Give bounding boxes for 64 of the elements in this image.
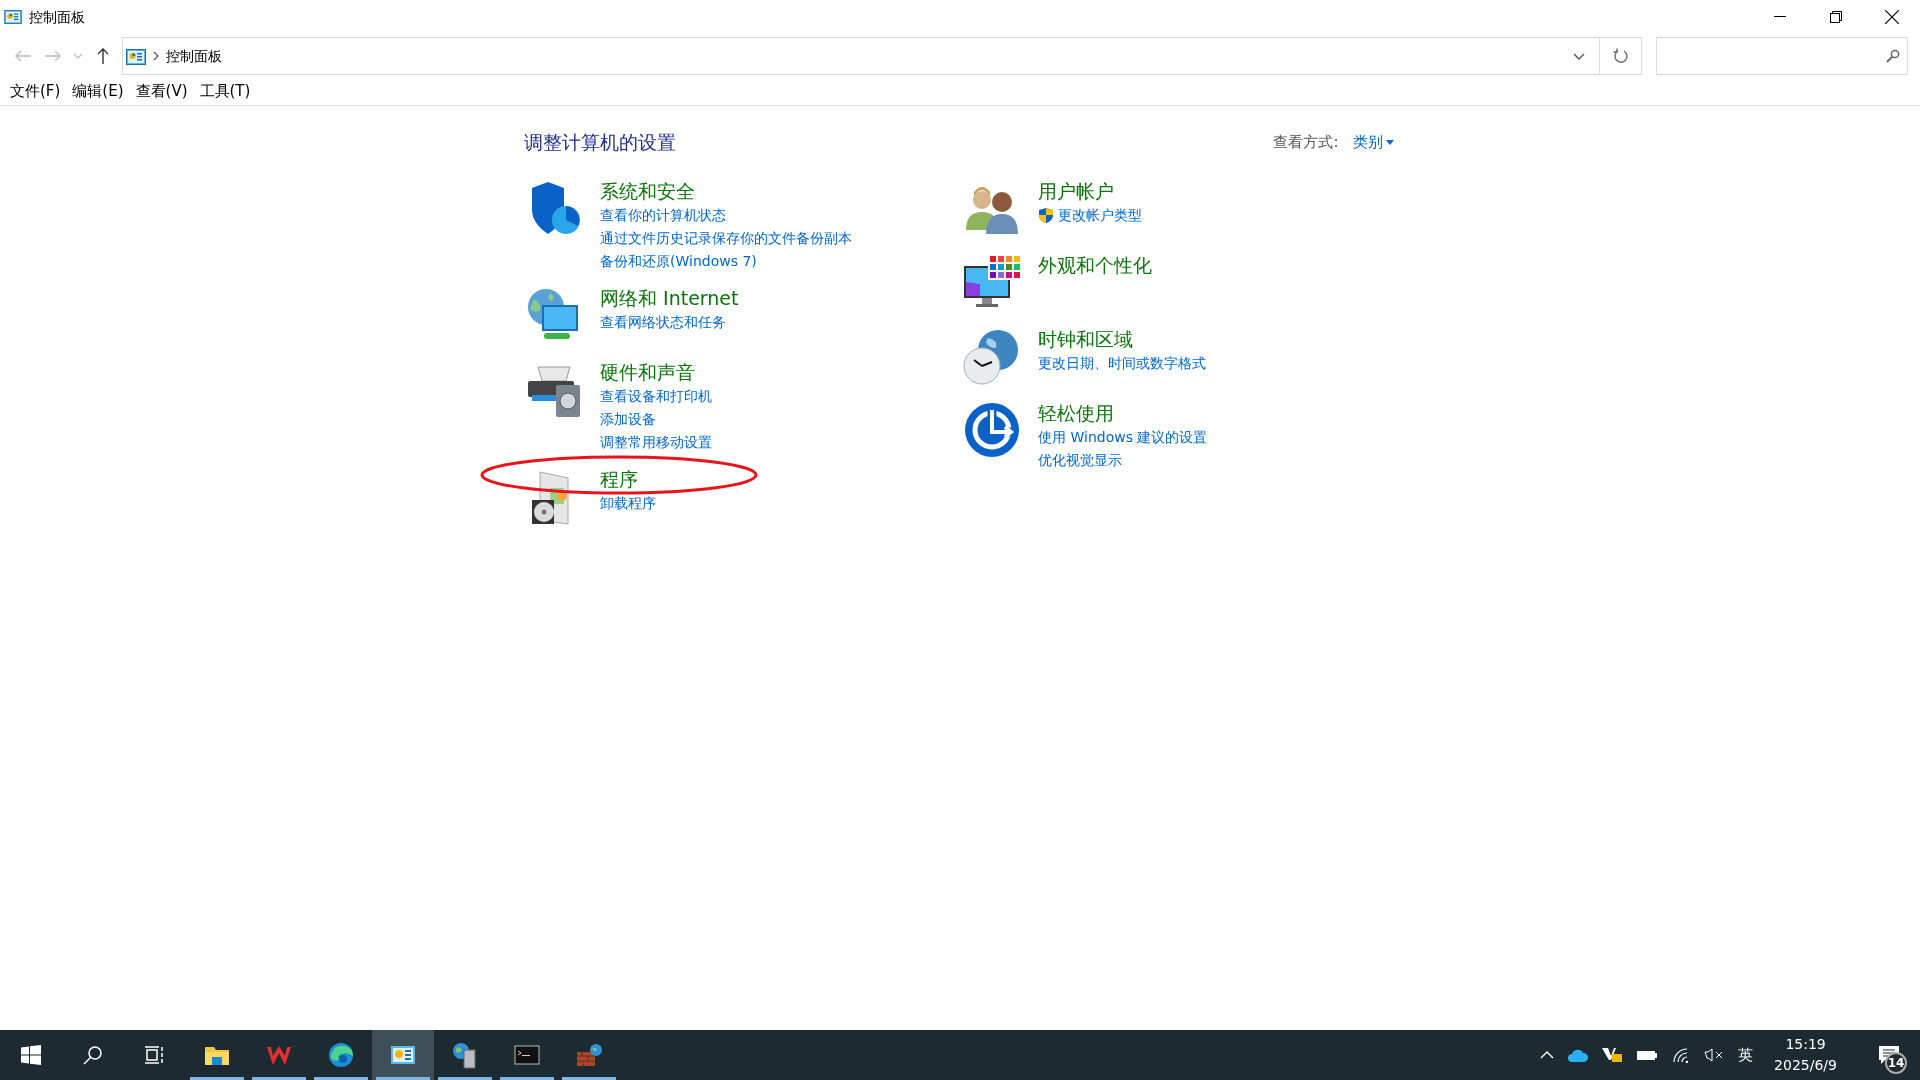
view-by-label: 查看方式:	[1273, 132, 1339, 153]
restore-icon	[1830, 11, 1842, 23]
category-link[interactable]: 卸载程序	[600, 491, 656, 515]
menu-item[interactable]: 工具(T)	[193, 78, 257, 105]
category-title[interactable]: 程序	[600, 465, 656, 492]
chevron-down-icon[interactable]	[1573, 52, 1585, 60]
category-link[interactable]: 查看设备和打印机	[600, 384, 712, 408]
category-title[interactable]: 轻松使用	[1038, 399, 1208, 426]
time-text: 15:19	[1784, 1035, 1827, 1054]
search-icon	[1886, 49, 1900, 63]
control-panel-icon	[3, 10, 22, 24]
category-link[interactable]: 使用 Windows 建议的设置	[1038, 425, 1208, 449]
category-title[interactable]: 硬件和声音	[600, 358, 712, 385]
refresh-button[interactable]	[1600, 37, 1642, 75]
category-link[interactable]: 备份和还原(Windows 7)	[600, 249, 852, 273]
battery-icon[interactable]	[1636, 1049, 1659, 1061]
notification-count: 14	[1885, 1052, 1907, 1074]
minimize-icon	[1774, 16, 1786, 18]
wifi-icon[interactable]	[1672, 1047, 1691, 1063]
uac-shield-icon	[1038, 206, 1054, 224]
clock[interactable]: 15:19 2025/6/9	[1774, 1034, 1837, 1076]
category-link[interactable]: 优化视觉显示	[1038, 448, 1208, 472]
search-icon	[83, 1045, 103, 1065]
category-link[interactable]: 添加设备	[600, 407, 712, 431]
task-view-icon	[145, 1046, 165, 1064]
address-bar[interactable]: 控制面板	[121, 37, 1600, 75]
category-title[interactable]: 用户帐户	[1038, 177, 1142, 204]
category-link[interactable]: 通过文件历史记录保存你的文件备份副本	[600, 226, 852, 250]
speaker-muted-icon[interactable]	[1704, 1048, 1725, 1062]
notification-button[interactable]: 14	[1865, 1030, 1913, 1080]
category-title[interactable]: 网络和 Internet	[600, 284, 739, 311]
category-title[interactable]: 时钟和区域	[1038, 325, 1206, 352]
menu-item[interactable]: 编辑(E)	[66, 78, 130, 105]
refresh-icon	[1612, 48, 1629, 64]
close-icon	[1885, 10, 1899, 24]
menu-item[interactable]: 查看(V)	[129, 78, 194, 105]
windows-logo-icon	[21, 1045, 41, 1065]
category-link[interactable]: 调整常用移动设置	[600, 430, 712, 454]
category-link[interactable]: 查看网络状态和任务	[600, 310, 739, 334]
window-title: 控制面板	[28, 7, 85, 27]
chat-badge-icon[interactable]	[1602, 1047, 1623, 1063]
taskbar-app-button[interactable]	[372, 1030, 434, 1080]
category-link[interactable]: 更改帐户类型	[1057, 203, 1142, 227]
caret-icon	[1386, 139, 1394, 145]
swirl-logo-icon	[326, 1040, 356, 1070]
input-method-indicator[interactable]: 英	[1738, 1043, 1754, 1067]
chevron-up-icon[interactable]	[1540, 1051, 1555, 1059]
view-by-dropdown[interactable]: 类别	[1352, 131, 1394, 154]
page-heading: 调整计算机的设置	[524, 130, 676, 155]
category-link[interactable]: 查看你的计算机状态	[600, 203, 852, 227]
menu-item[interactable]: 文件(F)	[4, 78, 67, 105]
date-text: 2025/6/9	[1774, 1056, 1837, 1075]
left-arrow-icon	[15, 50, 31, 62]
category-link[interactable]: 更改日期、时间或数字格式	[1038, 351, 1206, 375]
chevron-right-icon	[153, 51, 159, 61]
chevron-down-icon	[73, 53, 83, 59]
control-panel-icon	[126, 48, 146, 65]
breadcrumb-item[interactable]: 控制面板	[166, 45, 222, 67]
right-arrow-icon	[45, 50, 61, 62]
cloud-icon[interactable]	[1568, 1048, 1589, 1062]
up-arrow-icon	[97, 48, 109, 64]
category-title[interactable]: 外观和个性化	[1038, 251, 1152, 278]
search-field[interactable]	[1656, 37, 1908, 75]
category-title[interactable]: 系统和安全	[600, 177, 852, 204]
